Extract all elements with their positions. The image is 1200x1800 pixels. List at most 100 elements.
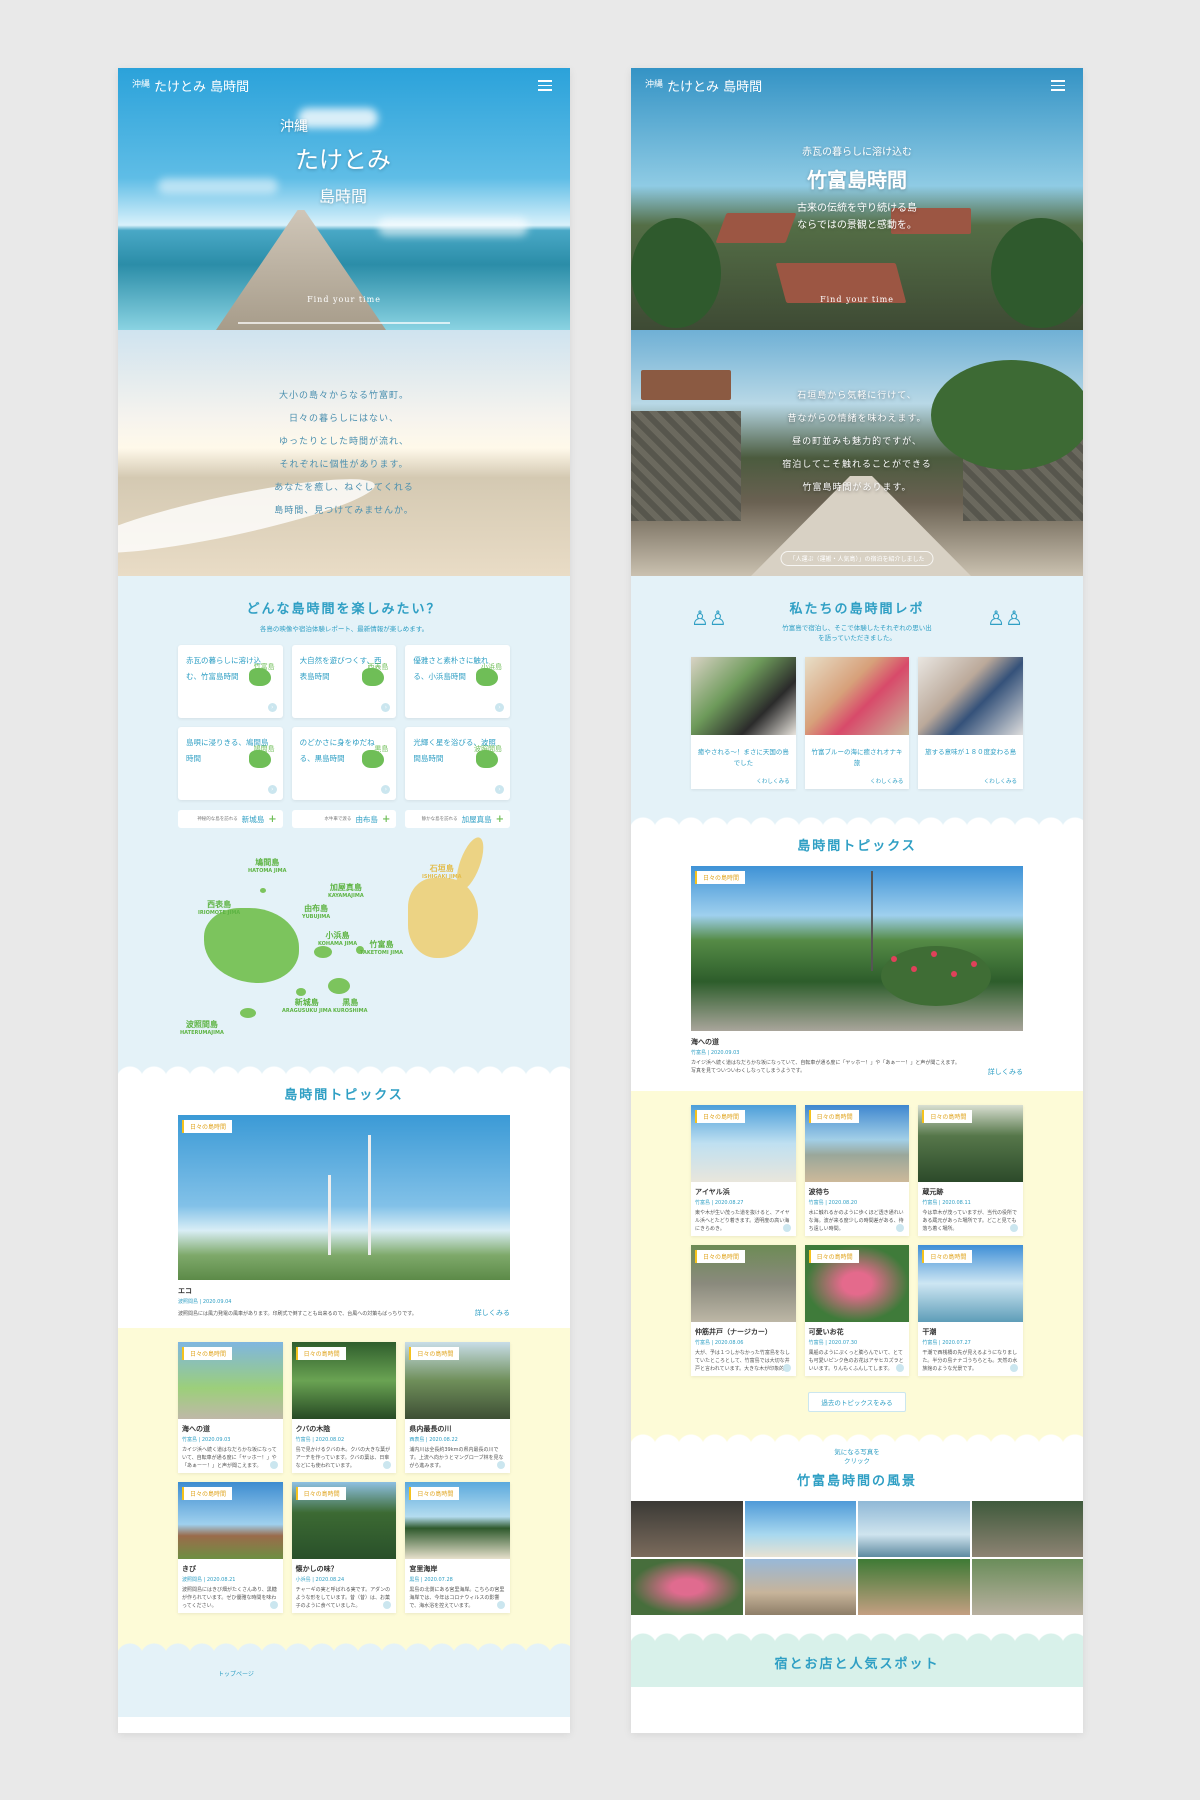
section-subtitle: 竹富島で宿泊し、そこで体験したそれぞれの思い出を語っていただきました。	[782, 624, 932, 642]
intro-section: 大小の島々からなる竹富町。 日々の暮らしにはない、 ゆったりとした時間が流れ、 …	[118, 330, 570, 576]
gallery-photo[interactable]	[631, 1559, 743, 1615]
topic-card[interactable]: 日々の島時間 宮里海岸 黒島 | 2020.07.28 黒島の北側にある宮里海岸。こち…	[405, 1482, 510, 1613]
section-title: 島時間トピックス	[284, 1088, 404, 1103]
topic-main-image[interactable]: 日々の島時間	[178, 1115, 510, 1280]
topic-tag: 日々の島時間	[182, 1120, 233, 1133]
map-island-hateruma[interactable]	[240, 1008, 256, 1018]
illustration-family-icon: ♙♙	[987, 606, 1023, 630]
arrow-icon: ›	[267, 703, 277, 712]
gallery-photo[interactable]	[744, 1501, 856, 1557]
past-topics-button[interactable]: 過去のトピックスをみる	[808, 1392, 906, 1412]
topic-title: 海への道	[691, 1038, 719, 1046]
plus-icon: +	[495, 813, 504, 825]
arrow-icon: ›	[381, 785, 391, 794]
section-title: 宿とお店と人気スポット	[774, 1657, 940, 1672]
footer-breadcrumb[interactable]: トップページ	[118, 1657, 570, 1717]
pill-yubu[interactable]: 水牛車で渡る 由布島 +	[291, 810, 397, 828]
island-card-taketomi[interactable]: 赤瓦の暮らしに溶け込む、竹富島時間 竹富島 ›	[178, 645, 283, 718]
site-logo[interactable]: 沖縄 たけとみ 島時間	[645, 76, 762, 95]
topic-card-grid: 日々の島時間 アイヤル浜 竹富島 | 2020.08.27 東や木が生い茂った道を抜け…	[691, 1105, 1023, 1376]
section-title: 竹富島時間の風景	[796, 1474, 917, 1489]
right-page: 沖縄 たけとみ 島時間 赤瓦の暮らしに溶け込む 竹富島時間 古来の伝統を守り続け…	[631, 68, 1083, 1733]
plus-icon: +	[381, 813, 391, 825]
gallery-photo[interactable]	[971, 1559, 1083, 1615]
topic-card[interactable]: 日々の島時間 きび 波照間島 | 2020.08.21 波照間島にはきび畑がたくさんあ…	[178, 1482, 283, 1613]
arrow-icon: ›	[267, 785, 277, 794]
report-card[interactable]: 旅する意味が１８０度変わる島 くわしくみる	[918, 657, 1023, 789]
hero-tagline: Find your time	[307, 295, 381, 304]
topics-grid-section: 日々の島時間 アイヤル浜 竹富島 | 2020.08.27 東や木が生い茂った道を抜け…	[631, 1091, 1083, 1426]
section-title: どんな島時間を楽しみたい？	[246, 602, 442, 617]
topic-date: 竹富島 | 2020.09.03	[691, 1050, 740, 1056]
island-pill-row: 神秘的な島を訪れる 新城島 + 水牛車で渡る 由布島 + 静かな島を訪れる 加屋真島 +	[178, 810, 510, 828]
topic-card[interactable]: 日々の島時間 可愛いお花 竹富島 | 2020.07.30 風船のようにぷくっと膨らん…	[804, 1245, 910, 1376]
island-map: 鳩間島 HATOMA JIMA 加屋真島 KAYAMAJIMA 石垣島 ISHIGAK…	[178, 828, 510, 1058]
pier-image	[216, 210, 386, 330]
hero-tagline: Find your time	[820, 295, 894, 304]
hamburger-menu-icon[interactable]	[538, 80, 552, 91]
gallery-photo[interactable]	[631, 1501, 743, 1557]
map-label-kohama: 小浜島 KOHAMA JIMA	[318, 931, 358, 947]
hero-section: 沖縄 たけとみ 島時間 沖縄 たけとみ 島時間 Find your time	[118, 68, 570, 330]
island-card-grid: 赤瓦の暮らしに溶け込む、竹富島時間 竹富島 › 大自然を遊びつくす、西表島時間 西表島…	[178, 645, 510, 800]
next-section: 宿とお店と人気スポット	[631, 1647, 1083, 1687]
map-island-hatoma[interactable]	[260, 888, 266, 893]
island-card-hatoma[interactable]: 島唄に浸りきる、鳩間島時間 鳩間島 ›	[178, 727, 283, 800]
map-label-hateruma: 波照間島 HATERUMAJIMA	[180, 1020, 224, 1036]
topics-section: 島時間トピックス 日々の島時間 海への道 竹富島 | 2020.09.03 カイ…	[631, 831, 1083, 1091]
island-card-iriomote[interactable]: 大自然を遊びつくす、西表島時間 西表島 ›	[291, 645, 397, 718]
map-island-ishigaki[interactable]	[408, 878, 478, 958]
topic-card[interactable]: 日々の島時間 懐かしの味？ 小浜島 | 2020.08.24 チャーギの実と呼ばれる実…	[291, 1482, 397, 1613]
intro-text: 石垣島から気軽に行けて、 昔ながらの情緒を味わえます。 昼の町並みも魅力的ですが…	[782, 391, 932, 493]
topic-main-image[interactable]: 日々の島時間	[691, 866, 1023, 1031]
pill-aragusuku[interactable]: 神秘的な島を訪れる 新城島 +	[178, 810, 283, 828]
pill-kayama[interactable]: 静かな島を訪れる 加屋真島 +	[405, 810, 510, 828]
topic-card[interactable]: 日々の島時間 クバの木陰 竹富島 | 2020.08.02 島で見かけるクバの木。クバ…	[291, 1342, 397, 1473]
topic-tag: 日々の島時間	[695, 871, 746, 884]
scroll-indicator	[238, 322, 450, 324]
island-card-kohama[interactable]: 優雅さと素朴さに触れる、小浜島時間 小浜島 ›	[405, 645, 510, 718]
gallery-photo[interactable]	[858, 1501, 970, 1557]
gallery-photo[interactable]	[858, 1559, 970, 1615]
more-link[interactable]: 詳しくみる	[475, 1308, 510, 1318]
map-island-kuroshima[interactable]	[328, 978, 350, 994]
map-label-taketomi: 竹富島 TAKETOMI JIMA	[360, 940, 403, 956]
hero-section: 沖縄 たけとみ 島時間 赤瓦の暮らしに溶け込む 竹富島時間 古来の伝統を守り続け…	[631, 68, 1083, 330]
report-card[interactable]: 竹富ブルーの海に癒されオナキ旅 くわしくみる	[804, 657, 910, 789]
map-label-hatoma: 鳩間島 HATOMA JIMA	[248, 858, 287, 874]
map-island-aragusuku[interactable]	[296, 988, 306, 996]
topic-card[interactable]: 日々の島時間 海への道 竹富島 | 2020.09.03 カイジ浜へ続く道はなだらかな…	[178, 1342, 283, 1473]
island-card-kuroshima[interactable]: のどかさに身をゆだねる、黒島時間 黒島 ›	[291, 727, 397, 800]
topic-card[interactable]: 日々の島時間 県内最長の川 西表島 | 2020.08.22 浦内川は全長約39kmの…	[405, 1342, 510, 1473]
map-label-aragusuku: 新城島 ARAGUSUKU JIMA	[282, 998, 332, 1014]
plus-icon: +	[268, 813, 277, 825]
map-label-iriomote: 西表島 IRIOMOTE JIMA	[198, 900, 241, 916]
intro-section: 石垣島から気軽に行けて、 昔ながらの情緒を味わえます。 昼の町並みも魅力的ですが…	[631, 330, 1083, 576]
choose-section: どんな島時間を楽しみたい？ 各島の映像や宿泊体験レポート、最新情報が楽しめます。…	[118, 576, 570, 1058]
gallery-photo[interactable]	[744, 1559, 856, 1615]
topic-card[interactable]: 日々の島時間 干潮 竹富島 | 2020.07.27 干潮で西桟橋の先が見えるようにな…	[918, 1245, 1023, 1376]
illustration-couple-icon: ♙♙	[691, 606, 727, 630]
topic-card[interactable]: 日々の島時間 波待ち 竹富島 | 2020.08.20 水に触れるかのように歩くほど透…	[804, 1105, 910, 1236]
map-island-iriomote[interactable]	[204, 908, 299, 983]
topic-date: 波照間島 | 2020.09.04	[178, 1299, 232, 1305]
photo-credit[interactable]: 「人運ぶ（運搬・人気島）」の宿泊を紹介しました	[780, 551, 934, 566]
report-card-grid: 癒やされる〜！まさに天国の島でした くわしくみる 竹富ブルーの海に癒されオナキ旅く…	[691, 657, 1023, 789]
gallery-photo[interactable]	[971, 1501, 1083, 1557]
hamburger-menu-icon[interactable]	[1051, 80, 1065, 91]
topic-card[interactable]: 日々の島時間 アイヤル浜 竹富島 | 2020.08.27 東や木が生い茂った道を抜け…	[691, 1105, 796, 1236]
topic-title: エコ	[178, 1287, 192, 1295]
map-label-kuroshima: 黒島 KUROSHIMA	[333, 998, 368, 1014]
arrow-icon: ›	[381, 703, 391, 712]
topic-card[interactable]: 日々の島時間 仲筋井戸（ナージカー） 竹富島 | 2020.08.06 大が、予は１つ…	[691, 1245, 796, 1376]
report-card[interactable]: 癒やされる〜！まさに天国の島でした くわしくみる	[691, 657, 796, 789]
topic-card[interactable]: 日々の島時間 蔵元跡 竹富島 | 2020.08.11 今は草木が茂っていますが、当代…	[918, 1105, 1023, 1236]
site-logo[interactable]: 沖縄 たけとみ 島時間	[132, 76, 249, 95]
logo-small-text: 沖縄	[645, 80, 664, 90]
hero-title: 赤瓦の暮らしに溶け込む 竹富島時間 古来の伝統を守り続ける島 ならではの景観と感…	[797, 147, 917, 231]
island-card-hateruma[interactable]: 光輝く星を浴びる、波照間島時間 波照間島 ›	[405, 727, 510, 800]
logo-small-text: 沖縄	[132, 80, 151, 90]
left-page: 沖縄 たけとみ 島時間 沖縄 たけとみ 島時間 Find your time 大…	[118, 68, 570, 1733]
section-title: 私たちの島時間レポ	[789, 602, 925, 617]
report-section: 私たちの島時間レポ 竹富島で宿泊し、そこで体験したそれぞれの思い出を語っていただ…	[631, 576, 1083, 809]
